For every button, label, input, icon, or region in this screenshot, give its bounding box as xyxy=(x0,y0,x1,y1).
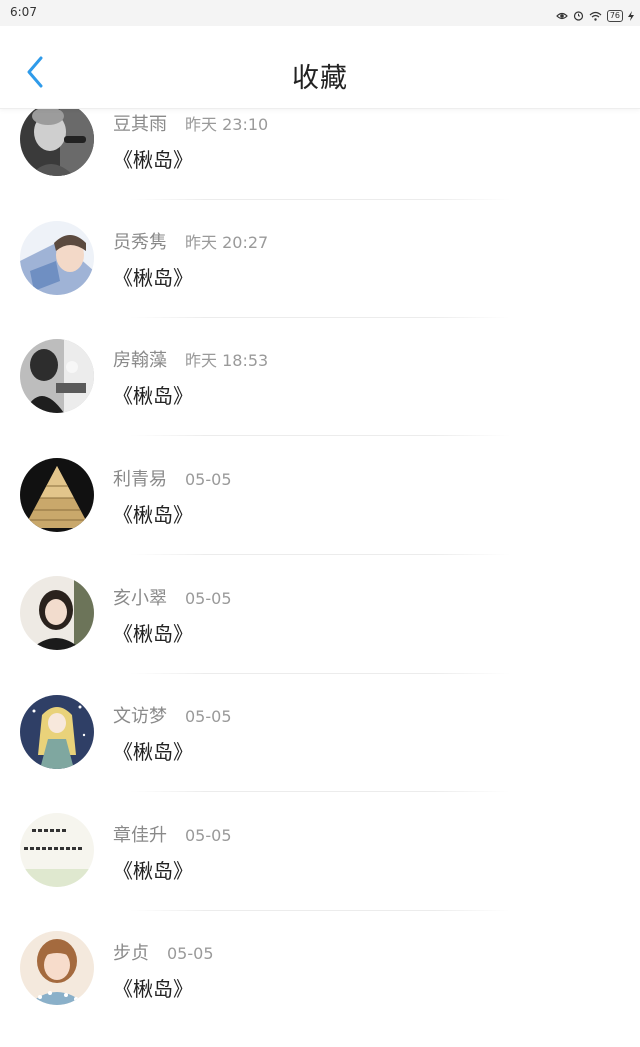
book-title[interactable]: 《楸岛》 xyxy=(113,380,193,409)
favorite-time: 05-05 xyxy=(185,470,232,489)
favorite-time: 05-05 xyxy=(167,944,214,963)
list-item[interactable]: 亥小翠 05-05 《楸岛》 xyxy=(0,574,640,692)
avatar[interactable] xyxy=(20,221,94,295)
user-name: 文访梦 05-05 xyxy=(113,706,232,727)
book-title[interactable]: 《楸岛》 xyxy=(113,144,193,173)
divider xyxy=(130,554,510,555)
divider xyxy=(130,435,510,436)
wifi-icon xyxy=(589,6,602,25)
user-name: 员秀隽 昨天 20:27 xyxy=(113,232,269,253)
book-title[interactable]: 《楸岛》 xyxy=(113,855,193,884)
avatar[interactable] xyxy=(20,576,94,650)
divider xyxy=(130,317,510,318)
avatar[interactable] xyxy=(20,931,94,1005)
user-name: 豆其雨 昨天 23:10 xyxy=(113,114,269,135)
status-bar: 6:07 76 xyxy=(0,0,640,26)
avatar[interactable] xyxy=(20,695,94,769)
page-title: 收藏 xyxy=(292,63,348,94)
favorite-time: 昨天 18:53 xyxy=(185,351,269,370)
status-icons: 76 xyxy=(555,6,634,25)
divider xyxy=(130,199,510,200)
user-name: 章佳升 05-05 xyxy=(113,825,232,846)
header: 收藏 xyxy=(0,26,640,109)
list-item[interactable]: 章佳升 05-05 《楸岛》 xyxy=(0,811,640,929)
avatar[interactable] xyxy=(20,458,94,532)
book-title[interactable]: 《楸岛》 xyxy=(113,262,193,291)
list-item[interactable]: 文访梦 05-05 《楸岛》 xyxy=(0,692,640,810)
user-name: 利青易 05-05 xyxy=(113,469,232,490)
eye-icon xyxy=(555,6,568,25)
avatar[interactable] xyxy=(20,813,94,887)
book-title[interactable]: 《楸岛》 xyxy=(113,736,193,765)
user-name: 房翰藻 昨天 18:53 xyxy=(113,350,269,371)
favorite-time: 05-05 xyxy=(185,707,232,726)
list-item[interactable]: 房翰藻 昨天 18:53 《楸岛》 xyxy=(0,336,640,454)
user-name: 亥小翠 05-05 xyxy=(113,588,232,609)
favorite-time: 昨天 23:10 xyxy=(185,115,269,134)
book-title[interactable]: 《楸岛》 xyxy=(113,618,193,647)
alarm-icon xyxy=(573,6,584,25)
favorite-time: 05-05 xyxy=(185,826,232,845)
divider xyxy=(130,791,510,792)
charging-icon xyxy=(628,6,634,25)
favorite-time: 05-05 xyxy=(185,589,232,608)
status-time: 6:07 xyxy=(10,5,37,19)
favorites-list: 豆其雨 昨天 23:10 《楸岛》 员秀隽 昨天 20:27 《楸岛》 房翰藻 … xyxy=(0,0,640,1024)
avatar[interactable] xyxy=(20,339,94,413)
list-item[interactable]: 豆其雨 昨天 23:10 《楸岛》 xyxy=(0,100,640,218)
avatar[interactable] xyxy=(20,102,94,176)
divider xyxy=(130,910,510,911)
book-title[interactable]: 《楸岛》 xyxy=(113,973,193,1002)
user-name: 步贞 05-05 xyxy=(113,943,214,964)
favorite-time: 昨天 20:27 xyxy=(185,233,269,252)
list-item[interactable]: 步贞 05-05 《楸岛》 xyxy=(0,929,640,1047)
list-item[interactable]: 利青易 05-05 《楸岛》 xyxy=(0,455,640,573)
book-title[interactable]: 《楸岛》 xyxy=(113,499,193,528)
battery-icon: 76 xyxy=(606,9,623,22)
divider xyxy=(130,673,510,674)
list-item[interactable]: 员秀隽 昨天 20:27 《楸岛》 xyxy=(0,218,640,336)
